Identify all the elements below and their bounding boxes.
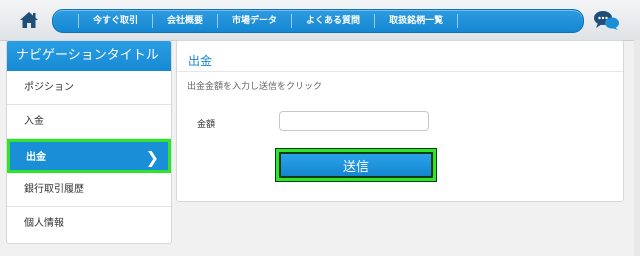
divider <box>177 71 623 72</box>
sidebar-item-withdrawal[interactable]: 出金 ❯ <box>7 139 171 173</box>
nav-item-trade-now[interactable]: 今すぐ取引 <box>78 14 152 28</box>
sidebar-item-label: 個人情報 <box>24 218 64 229</box>
sidebar-item-label: 入金 <box>24 116 44 127</box>
submit-button[interactable]: 送信 <box>279 152 433 178</box>
home-button[interactable] <box>8 5 50 35</box>
sidebar-item-label: ポジション <box>24 82 74 93</box>
sidebar-item-label: 銀行取引履歴 <box>24 184 84 195</box>
sidebar-item-personal-info[interactable]: 個人情報 <box>7 207 171 241</box>
page-title: 出金 <box>188 54 213 68</box>
sidebar-item-positions[interactable]: ポジション <box>7 71 171 105</box>
sidebar: ナビゲーションタイトル ポジション 入金 出金 ❯ 銀行取引履歴 個人情報 <box>6 40 172 244</box>
nav-item-faq[interactable]: よくある質問 <box>291 14 374 28</box>
sidebar-item-deposit[interactable]: 入金 <box>7 105 171 139</box>
amount-label: 金額 <box>197 120 216 130</box>
submit-highlight: 送信 <box>275 148 437 182</box>
nav-item-market-data[interactable]: 市場データ <box>217 14 291 28</box>
instruction-text: 出金金額を入力し送信をクリック <box>187 82 323 92</box>
top-navigation-bar: 今すぐ取引 会社概要 市場データ よくある質問 取扱銘柄一覧 <box>0 0 640 41</box>
sidebar-item-label: 出金 <box>26 152 46 163</box>
main-nav: 今すぐ取引 会社概要 市場データ よくある質問 取扱銘柄一覧 <box>78 9 459 33</box>
nav-item-company[interactable]: 会社概要 <box>152 14 217 28</box>
nav-item-instruments[interactable]: 取扱銘柄一覧 <box>374 14 459 28</box>
page-scrollbar[interactable] <box>634 40 640 256</box>
sidebar-item-bank-history[interactable]: 銀行取引履歴 <box>7 173 171 207</box>
chevron-right-icon: ❯ <box>145 148 159 167</box>
sidebar-title: ナビゲーションタイトル <box>7 41 171 71</box>
amount-input[interactable] <box>279 111 429 131</box>
chat-button[interactable] <box>584 5 628 35</box>
chat-bubbles-icon <box>594 11 619 30</box>
withdrawal-panel: 出金 出金金額を入力し送信をクリック 金額 送信 <box>176 40 624 202</box>
home-icon <box>20 12 38 28</box>
